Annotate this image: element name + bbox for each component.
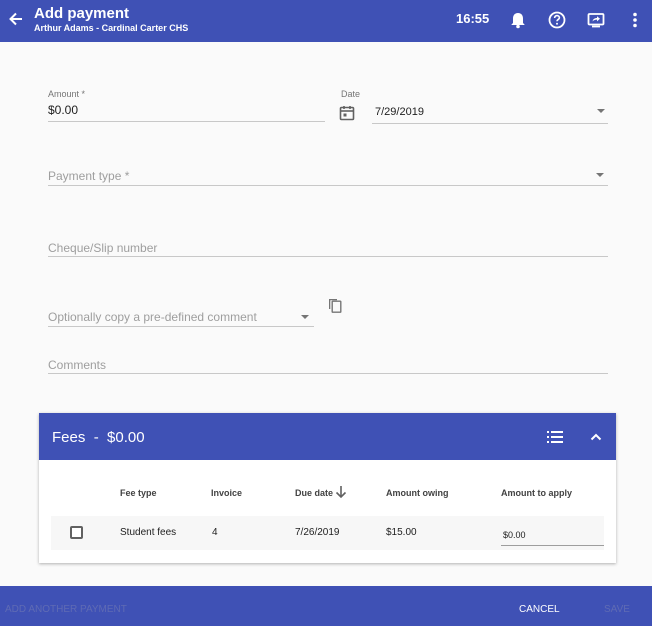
payment-type-caret-icon[interactable]: [596, 173, 604, 177]
predefined-comment-underline: [48, 326, 314, 327]
arrow-back-icon[interactable]: [6, 8, 26, 30]
more-vert-icon[interactable]: [624, 9, 646, 31]
column-header-due-date[interactable]: Due date: [295, 486, 347, 499]
fees-total: $0.00: [107, 429, 145, 446]
save-button[interactable]: SAVE: [604, 604, 630, 615]
cell-amount-owing: $15.00: [386, 527, 417, 538]
payment-type-underline: [48, 185, 608, 186]
amount-to-apply-input[interactable]: [501, 525, 604, 546]
calendar-icon[interactable]: [338, 104, 356, 122]
chevron-up-icon[interactable]: [587, 428, 605, 446]
cheque-number-underline: [48, 256, 608, 257]
row-checkbox[interactable]: [70, 526, 83, 539]
predefined-comment-caret-icon[interactable]: [301, 315, 309, 319]
fees-header: Fees - $0.00: [39, 413, 616, 460]
list-icon[interactable]: [545, 428, 565, 446]
cell-fee-type: Student fees: [120, 527, 177, 538]
screen-share-icon[interactable]: [585, 9, 607, 31]
date-input[interactable]: 7/29/2019: [375, 106, 424, 118]
column-header-invoice[interactable]: Invoice: [211, 488, 242, 498]
add-another-payment-button[interactable]: ADD ANOTHER PAYMENT: [5, 604, 127, 615]
arrow-down-sort-icon: [334, 484, 348, 500]
cancel-button[interactable]: CANCEL: [519, 604, 560, 615]
cheque-number-input[interactable]: Cheque/Slip number: [48, 241, 157, 255]
fees-card: Fees - $0.00 Fee type Invoice Due date A…: [39, 413, 616, 563]
bottom-action-bar: ADD ANOTHER PAYMENT CANCEL SAVE: [0, 586, 652, 626]
column-header-amount-owing[interactable]: Amount owing: [386, 488, 449, 498]
help-icon[interactable]: [546, 9, 568, 31]
amount-input[interactable]: $0.00: [48, 103, 78, 117]
fees-title: Fees - $0.00: [52, 429, 145, 446]
date-label: Date: [341, 89, 361, 99]
cell-invoice: 4: [212, 527, 218, 538]
page-title: Add payment: [34, 5, 130, 22]
date-dropdown-caret-icon[interactable]: [597, 109, 605, 113]
copy-icon[interactable]: [326, 296, 344, 314]
app-bar: Add payment Arthur Adams - Cardinal Cart…: [0, 0, 652, 42]
page-subtitle: Arthur Adams - Cardinal Carter CHS: [34, 23, 189, 33]
cell-due-date: 7/26/2019: [295, 527, 340, 538]
column-header-amount-to-apply[interactable]: Amount to apply: [501, 488, 572, 498]
comments-underline: [48, 373, 608, 374]
bell-icon[interactable]: [507, 9, 529, 31]
fees-title-label: Fees: [52, 429, 86, 446]
fees-title-separator: -: [93, 429, 99, 446]
clock-readout: 16:55: [456, 11, 490, 26]
column-header-fee-type[interactable]: Fee type: [120, 488, 157, 498]
amount-label: Amount *: [48, 89, 86, 99]
comments-input[interactable]: Comments: [48, 358, 106, 372]
date-underline: [372, 123, 608, 124]
predefined-comment-select[interactable]: Optionally copy a pre-defined comment: [48, 310, 257, 324]
payment-type-select[interactable]: Payment type *: [48, 169, 129, 183]
column-header-due-date-label: Due date: [295, 488, 334, 498]
amount-underline: [48, 121, 325, 122]
